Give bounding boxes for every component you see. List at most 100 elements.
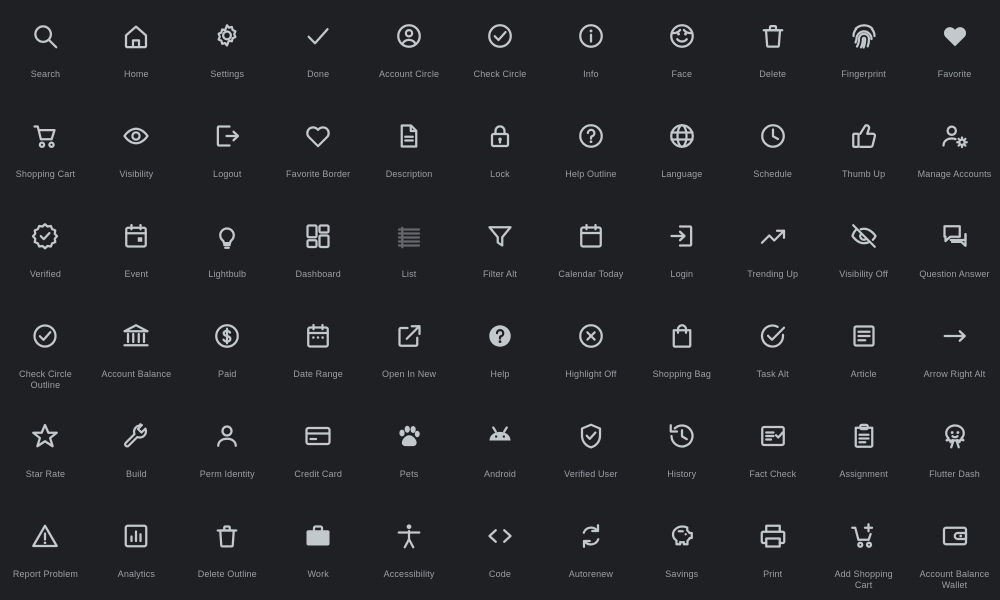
thumb-up-icon [847, 119, 881, 153]
icon-tile[interactable]: Assignment [818, 400, 909, 500]
icon-tile[interactable]: Check Circle [455, 0, 546, 100]
icon-tile[interactable]: Delete Outline [182, 500, 273, 600]
icon-label: Info [583, 69, 599, 79]
icon-tile[interactable]: Manage Accounts [909, 100, 1000, 200]
icon-tile[interactable]: Lock [455, 100, 546, 200]
assignment-clipboard-icon [847, 419, 881, 453]
icon-label: Report Problem [12, 569, 79, 579]
icon-tile[interactable]: Help Outline [545, 100, 636, 200]
icon-tile[interactable]: Face [636, 0, 727, 100]
icon-tile[interactable]: Login [636, 200, 727, 300]
icon-label: Work [307, 569, 329, 579]
icon-label: Account Circle [379, 69, 440, 79]
icon-tile[interactable]: Pets [364, 400, 455, 500]
icon-tile[interactable]: Settings [182, 0, 273, 100]
icon-tile[interactable]: Highlight Off [545, 300, 636, 400]
icon-tile[interactable]: Build [91, 400, 182, 500]
icon-tile[interactable]: Autorenew [545, 500, 636, 600]
icon-tile[interactable]: Help [455, 300, 546, 400]
trending-up-icon [756, 219, 790, 253]
icon-label: Android [483, 469, 517, 479]
icon-label: Favorite Border [286, 169, 351, 179]
icon-tile[interactable]: Dashboard [273, 200, 364, 300]
icon-tile[interactable]: List [364, 200, 455, 300]
icon-tile[interactable]: Perm Identity [182, 400, 273, 500]
info-icon [574, 19, 608, 53]
icon-tile[interactable]: Task Alt [727, 300, 818, 400]
icon-label: Check Circle Outline [19, 369, 72, 390]
icon-label: Perm Identity [199, 469, 255, 479]
icon-tile[interactable]: Question Answer [909, 200, 1000, 300]
icon-label: Delete [759, 69, 787, 79]
icon-tile[interactable]: Analytics [91, 500, 182, 600]
icon-gallery-grid: Search Home Settings Done Account Circle Chec… [0, 0, 1000, 600]
icon-tile[interactable]: Event [91, 200, 182, 300]
icon-tile[interactable]: Done [273, 0, 364, 100]
icon-tile[interactable]: Info [545, 0, 636, 100]
icon-label: Trending Up [747, 269, 799, 279]
credit-card-icon [301, 419, 335, 453]
icon-tile[interactable]: Accessibility [364, 500, 455, 600]
icon-label: Manage Accounts [917, 169, 992, 179]
icon-tile[interactable]: Shopping Cart [0, 100, 91, 200]
icon-tile[interactable]: Calendar Today [545, 200, 636, 300]
heart-outline-icon [301, 119, 335, 153]
icon-tile[interactable]: Report Problem [0, 500, 91, 600]
icon-tile[interactable]: Check Circle Outline [0, 300, 91, 400]
icon-tile[interactable]: Star Rate [0, 400, 91, 500]
icon-tile[interactable]: Language [636, 100, 727, 200]
icon-label: Savings [665, 569, 699, 579]
check-circle-outline-icon [28, 319, 62, 353]
paid-dollar-icon [210, 319, 244, 353]
icon-tile[interactable]: Home [91, 0, 182, 100]
icon-label: Done [307, 69, 330, 79]
icon-label: Analytics [117, 569, 156, 579]
icon-tile[interactable]: Filter Alt [455, 200, 546, 300]
icon-tile[interactable]: Fingerprint [818, 0, 909, 100]
icon-tile[interactable]: Work [273, 500, 364, 600]
icon-tile[interactable]: Visibility Off [818, 200, 909, 300]
icon-label: Favorite [937, 69, 972, 79]
icon-tile[interactable]: Article [818, 300, 909, 400]
icon-tile[interactable]: Verified [0, 200, 91, 300]
icon-tile[interactable]: Account Balance [91, 300, 182, 400]
icon-tile[interactable]: Shopping Bag [636, 300, 727, 400]
icon-tile[interactable]: Account Balance Wallet [909, 500, 1000, 600]
icon-label: Visibility Off [839, 269, 889, 279]
icon-tile[interactable]: Date Range [273, 300, 364, 400]
icon-tile[interactable]: Description [364, 100, 455, 200]
icon-tile[interactable]: Savings [636, 500, 727, 600]
icon-tile[interactable]: Code [455, 500, 546, 600]
icon-tile[interactable]: Schedule [727, 100, 818, 200]
icon-label: List [401, 269, 417, 279]
icon-label: Open In New [381, 369, 437, 379]
icon-tile[interactable]: Credit Card [273, 400, 364, 500]
icon-tile[interactable]: Favorite Border [273, 100, 364, 200]
icon-tile[interactable]: Visibility [91, 100, 182, 200]
icon-tile[interactable]: Fact Check [727, 400, 818, 500]
icon-tile[interactable]: Verified User [545, 400, 636, 500]
icon-tile[interactable]: Logout [182, 100, 273, 200]
icon-tile[interactable]: Lightbulb [182, 200, 273, 300]
icon-tile[interactable]: Paid [182, 300, 273, 400]
icon-label: Highlight Off [565, 369, 617, 379]
icon-label: Home [124, 69, 149, 79]
icon-tile[interactable]: History [636, 400, 727, 500]
icon-tile[interactable]: Trending Up [727, 200, 818, 300]
home-icon [119, 19, 153, 53]
icon-tile[interactable]: Favorite [909, 0, 1000, 100]
icon-tile[interactable]: Thumb Up [818, 100, 909, 200]
icon-tile[interactable]: Flutter Dash [909, 400, 1000, 500]
icon-tile[interactable]: Add Shopping Cart [818, 500, 909, 600]
icon-tile[interactable]: Account Circle [364, 0, 455, 100]
icon-label: Add Shopping Cart [834, 569, 893, 590]
icon-tile[interactable]: Print [727, 500, 818, 600]
icon-tile[interactable]: Search [0, 0, 91, 100]
icon-label: Schedule [753, 169, 793, 179]
icon-tile[interactable]: Arrow Right Alt [909, 300, 1000, 400]
icon-label: Lightbulb [208, 269, 247, 279]
icon-tile[interactable]: Android [455, 400, 546, 500]
icon-tile[interactable]: Open In New [364, 300, 455, 400]
icon-tile[interactable]: Delete [727, 0, 818, 100]
check-icon [301, 19, 335, 53]
